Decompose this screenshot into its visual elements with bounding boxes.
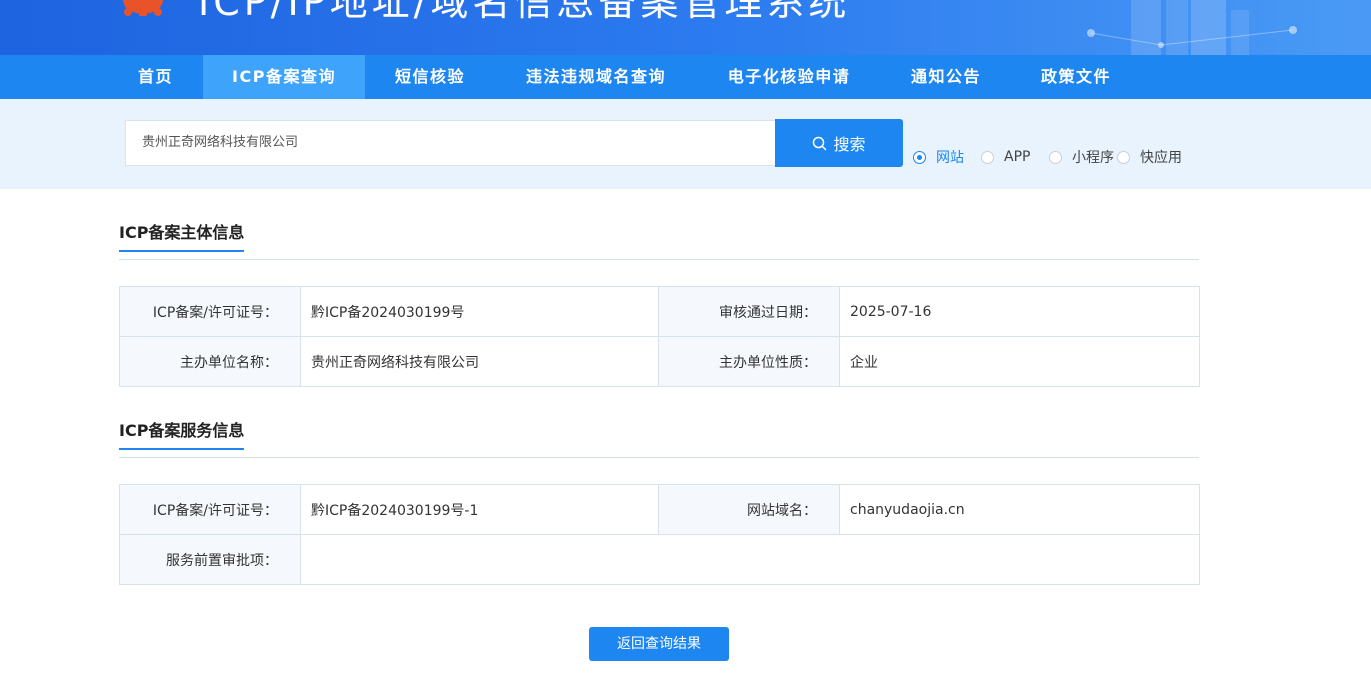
nav-sms-verify[interactable]: 短信核验 bbox=[365, 55, 495, 99]
search-input[interactable]: 贵州正奇网络科技有限公司 bbox=[125, 120, 775, 166]
nav-home[interactable]: 首页 bbox=[108, 55, 203, 99]
radio-mini-program-label: 小程序 bbox=[1072, 150, 1114, 166]
table-row: ICP备案/许可证号： 黔ICP备2024030199号-1 网站域名： cha… bbox=[119, 484, 1200, 535]
domain-value: chanyudaojia.cn bbox=[839, 484, 1200, 535]
subject-info-title: ICP备案主体信息 bbox=[119, 222, 245, 252]
header-banner: ICP/IP地址/域名信息备案管理系统 bbox=[0, 0, 1371, 55]
radio-app-dot[interactable] bbox=[981, 150, 994, 164]
nav-electronic-verify[interactable]: 电子化核验申请 bbox=[697, 55, 881, 99]
radio-app[interactable]: APP bbox=[981, 148, 1030, 166]
service-info-table: ICP备案/许可证号： 黔ICP备2024030199号-1 网站域名： cha… bbox=[119, 484, 1200, 585]
approval-date-label: 审核通过日期： bbox=[658, 286, 840, 337]
radio-website-dot[interactable] bbox=[913, 150, 926, 164]
service-info-title: ICP备案服务信息 bbox=[119, 420, 245, 450]
city-skyline-decoration bbox=[1087, 0, 1297, 55]
service-info-divider bbox=[119, 457, 1199, 458]
radio-quick-app-dot[interactable] bbox=[1117, 150, 1130, 164]
nav-policy-documents[interactable]: 政策文件 bbox=[1011, 55, 1141, 99]
subject-info-table: ICP备案/许可证号： 黔ICP备2024030199号 审核通过日期： 202… bbox=[119, 286, 1200, 387]
nav-illegal-domain-query[interactable]: 违法违规域名查询 bbox=[495, 55, 697, 99]
pre-approval-label: 服务前置审批项： bbox=[119, 534, 301, 585]
search-icon bbox=[813, 136, 827, 150]
radio-website-label: 网站 bbox=[936, 150, 964, 166]
domain-label: 网站域名： bbox=[658, 484, 840, 535]
table-row: 服务前置审批项： bbox=[119, 534, 1200, 585]
emblem-logo-icon bbox=[123, 0, 163, 16]
organizer-type-value: 企业 bbox=[839, 336, 1200, 387]
nav-icp-query[interactable]: ICP备案查询 bbox=[203, 55, 365, 99]
radio-quick-app-label: 快应用 bbox=[1140, 150, 1182, 166]
nav-announcements[interactable]: 通知公告 bbox=[881, 55, 1011, 99]
organizer-type-label: 主办单位性质： bbox=[658, 336, 840, 387]
search-button[interactable]: 搜索 bbox=[775, 119, 903, 167]
table-row: 主办单位名称： 贵州正奇网络科技有限公司 主办单位性质： 企业 bbox=[119, 336, 1200, 387]
back-to-results-button[interactable]: 返回查询结果 bbox=[589, 627, 729, 661]
radio-website[interactable]: 网站 bbox=[913, 148, 964, 166]
organizer-name-label: 主办单位名称： bbox=[119, 336, 301, 387]
main-nav: 首页 ICP备案查询 短信核验 违法违规域名查询 电子化核验申请 通知公告 政策… bbox=[0, 55, 1371, 99]
service-license-label: ICP备案/许可证号： bbox=[119, 484, 301, 535]
search-area: 贵州正奇网络科技有限公司 搜索 网站 APP 小程序 快应用 bbox=[0, 99, 1371, 189]
license-label: ICP备案/许可证号： bbox=[119, 286, 301, 337]
table-row: ICP备案/许可证号： 黔ICP备2024030199号 审核通过日期： 202… bbox=[119, 286, 1200, 337]
pre-approval-value bbox=[300, 534, 1200, 585]
radio-mini-program[interactable]: 小程序 bbox=[1049, 148, 1114, 166]
radio-mini-program-dot[interactable] bbox=[1049, 150, 1062, 164]
system-title: ICP/IP地址/域名信息备案管理系统 bbox=[198, 0, 851, 24]
organizer-name-value: 贵州正奇网络科技有限公司 bbox=[300, 336, 659, 387]
approval-date-value: 2025-07-16 bbox=[839, 286, 1200, 337]
search-button-label: 搜索 bbox=[833, 135, 866, 154]
radio-quick-app[interactable]: 快应用 bbox=[1117, 148, 1182, 166]
service-license-value: 黔ICP备2024030199号-1 bbox=[300, 484, 659, 535]
license-value: 黔ICP备2024030199号 bbox=[300, 286, 659, 337]
radio-app-label: APP bbox=[1004, 149, 1031, 165]
subject-info-divider bbox=[119, 259, 1199, 260]
